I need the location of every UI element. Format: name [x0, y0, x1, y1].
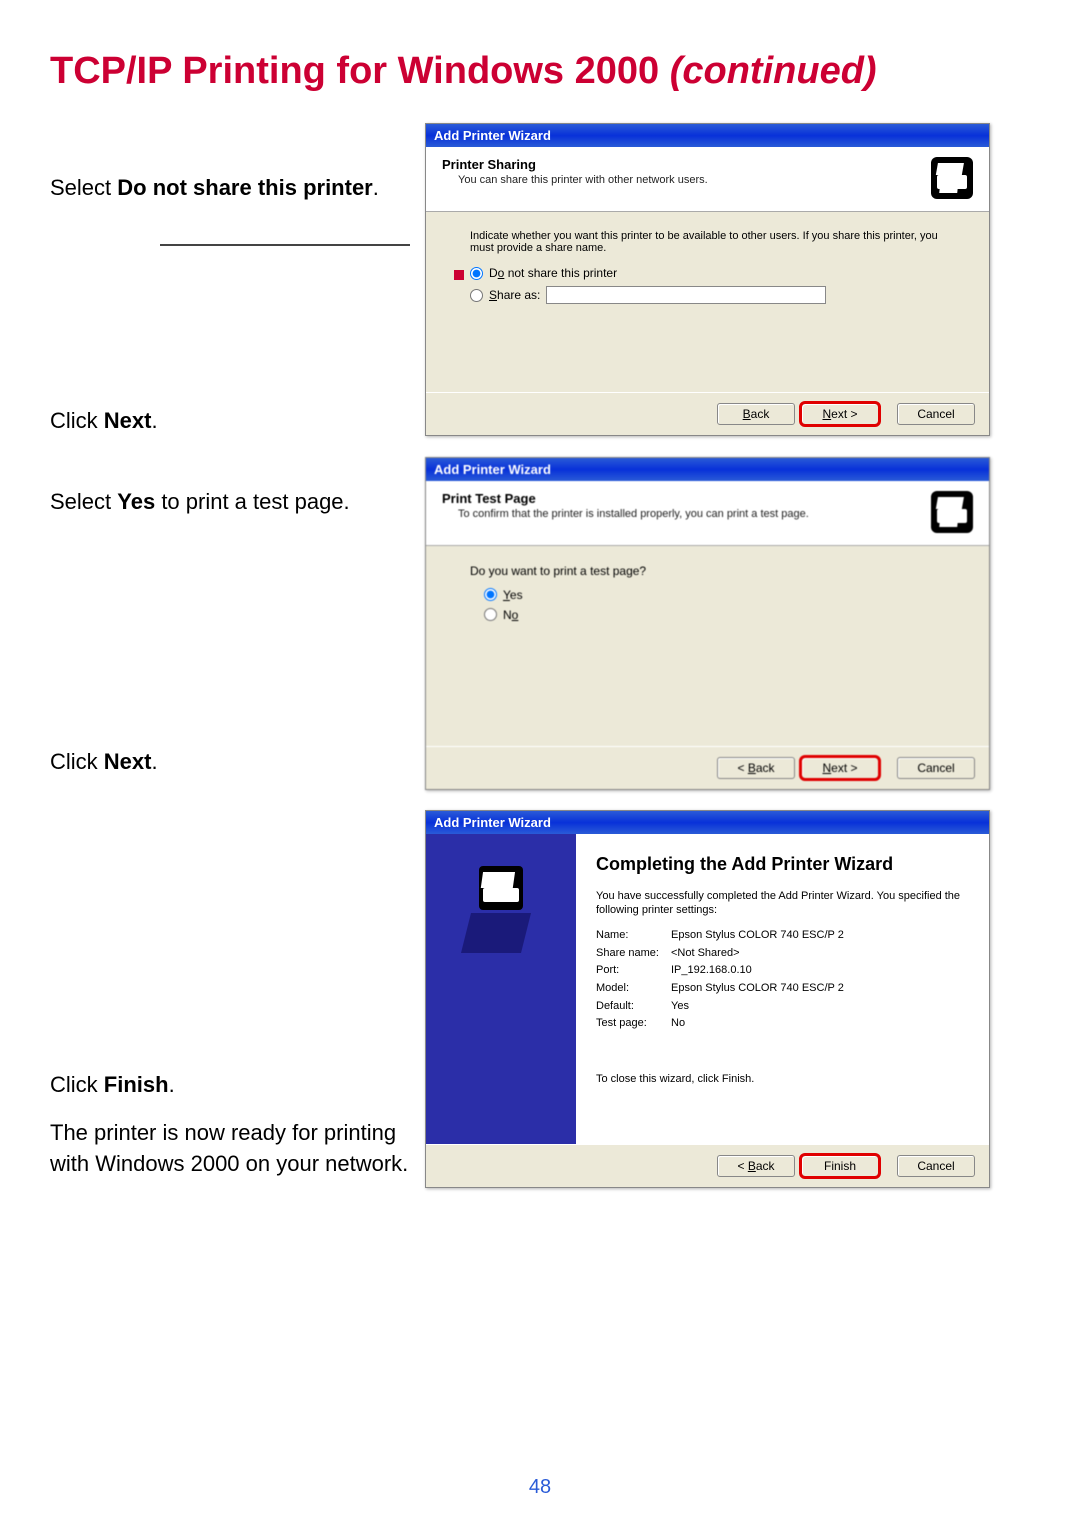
- finish-button[interactable]: Finish: [801, 1155, 879, 1177]
- radio-no[interactable]: [484, 608, 497, 621]
- close-instruction: To close this wizard, click Finish.: [596, 1073, 969, 1085]
- instruction-ready: The printer is now ready for printing wi…: [50, 1118, 410, 1180]
- wizard-heading: Print Test Page: [442, 491, 931, 506]
- instruction-click-next-2: Click Next.: [50, 747, 410, 778]
- cancel-button[interactable]: Cancel: [897, 1155, 975, 1177]
- radio-yes[interactable]: [484, 588, 497, 601]
- wizard-heading: Printer Sharing: [442, 157, 931, 172]
- wizard-subheading: To confirm that the printer is installed…: [458, 508, 931, 520]
- printer-icon: [931, 157, 973, 199]
- next-button[interactable]: Next >: [801, 403, 879, 425]
- radio-share-as-label: Share as:: [489, 288, 540, 302]
- wizard-header: Printer Sharing You can share this print…: [426, 147, 989, 212]
- highlight-marker: [454, 270, 464, 280]
- radio-no-label: No: [503, 608, 518, 622]
- completing-heading: Completing the Add Printer Wizard: [596, 854, 969, 875]
- share-name-input[interactable]: [546, 286, 826, 304]
- cancel-button[interactable]: Cancel: [897, 403, 975, 425]
- back-button[interactable]: < Back: [717, 1155, 795, 1177]
- callout-line: [160, 244, 410, 246]
- wizard-header: Print Test Page To confirm that the prin…: [426, 481, 989, 546]
- title-main: TCP/IP Printing for Windows 2000: [50, 50, 670, 92]
- next-button[interactable]: Next >: [801, 757, 879, 779]
- wizard-print-test-page: Add Printer Wizard Print Test Page To co…: [425, 457, 990, 790]
- instruction-select-yes: Select Yes to print a test page.: [50, 487, 410, 518]
- cancel-button[interactable]: Cancel: [897, 757, 975, 779]
- wizard-description: Indicate whether you want this printer t…: [470, 230, 961, 254]
- wizard-titlebar: Add Printer Wizard: [426, 124, 989, 147]
- radio-share-as[interactable]: [470, 289, 483, 302]
- wizard-titlebar: Add Printer Wizard: [426, 811, 989, 834]
- instruction-click-next-1: Click Next.: [50, 406, 410, 437]
- page-number: 48: [529, 1476, 551, 1499]
- wizard-completing: Add Printer Wizard Completing the Add Pr…: [425, 810, 990, 1188]
- completing-description: You have successfully completed the Add …: [596, 889, 969, 918]
- title-continued: (continued): [670, 50, 877, 92]
- radio-do-not-share[interactable]: [470, 267, 483, 280]
- back-button[interactable]: < Back: [717, 757, 795, 779]
- printer-icon: [931, 491, 973, 533]
- wizard-titlebar: Add Printer Wizard: [426, 458, 989, 481]
- wizard-body: Indicate whether you want this printer t…: [426, 212, 989, 392]
- radio-do-not-share-label: Do not share this printer: [489, 266, 617, 280]
- test-page-question: Do you want to print a test page?: [470, 564, 961, 578]
- wizard-subheading: You can share this printer with other ne…: [458, 174, 931, 186]
- instruction-click-finish: Click Finish.: [50, 1070, 410, 1101]
- back-button[interactable]: Back: [717, 403, 795, 425]
- wizard-printer-sharing: Add Printer Wizard Printer Sharing You c…: [425, 123, 990, 436]
- wizard-body: Do you want to print a test page? Yes No: [426, 546, 989, 746]
- wizard-side-graphic: [426, 834, 576, 1144]
- page-title: TCP/IP Printing for Windows 2000 (contin…: [50, 50, 1030, 93]
- settings-summary: Name:Epson Stylus COLOR 740 ESC/P 2 Shar…: [596, 927, 969, 1033]
- instruction-select-do-not-share: Select Do not share this printer.: [50, 173, 410, 204]
- radio-yes-label: Yes: [503, 588, 523, 602]
